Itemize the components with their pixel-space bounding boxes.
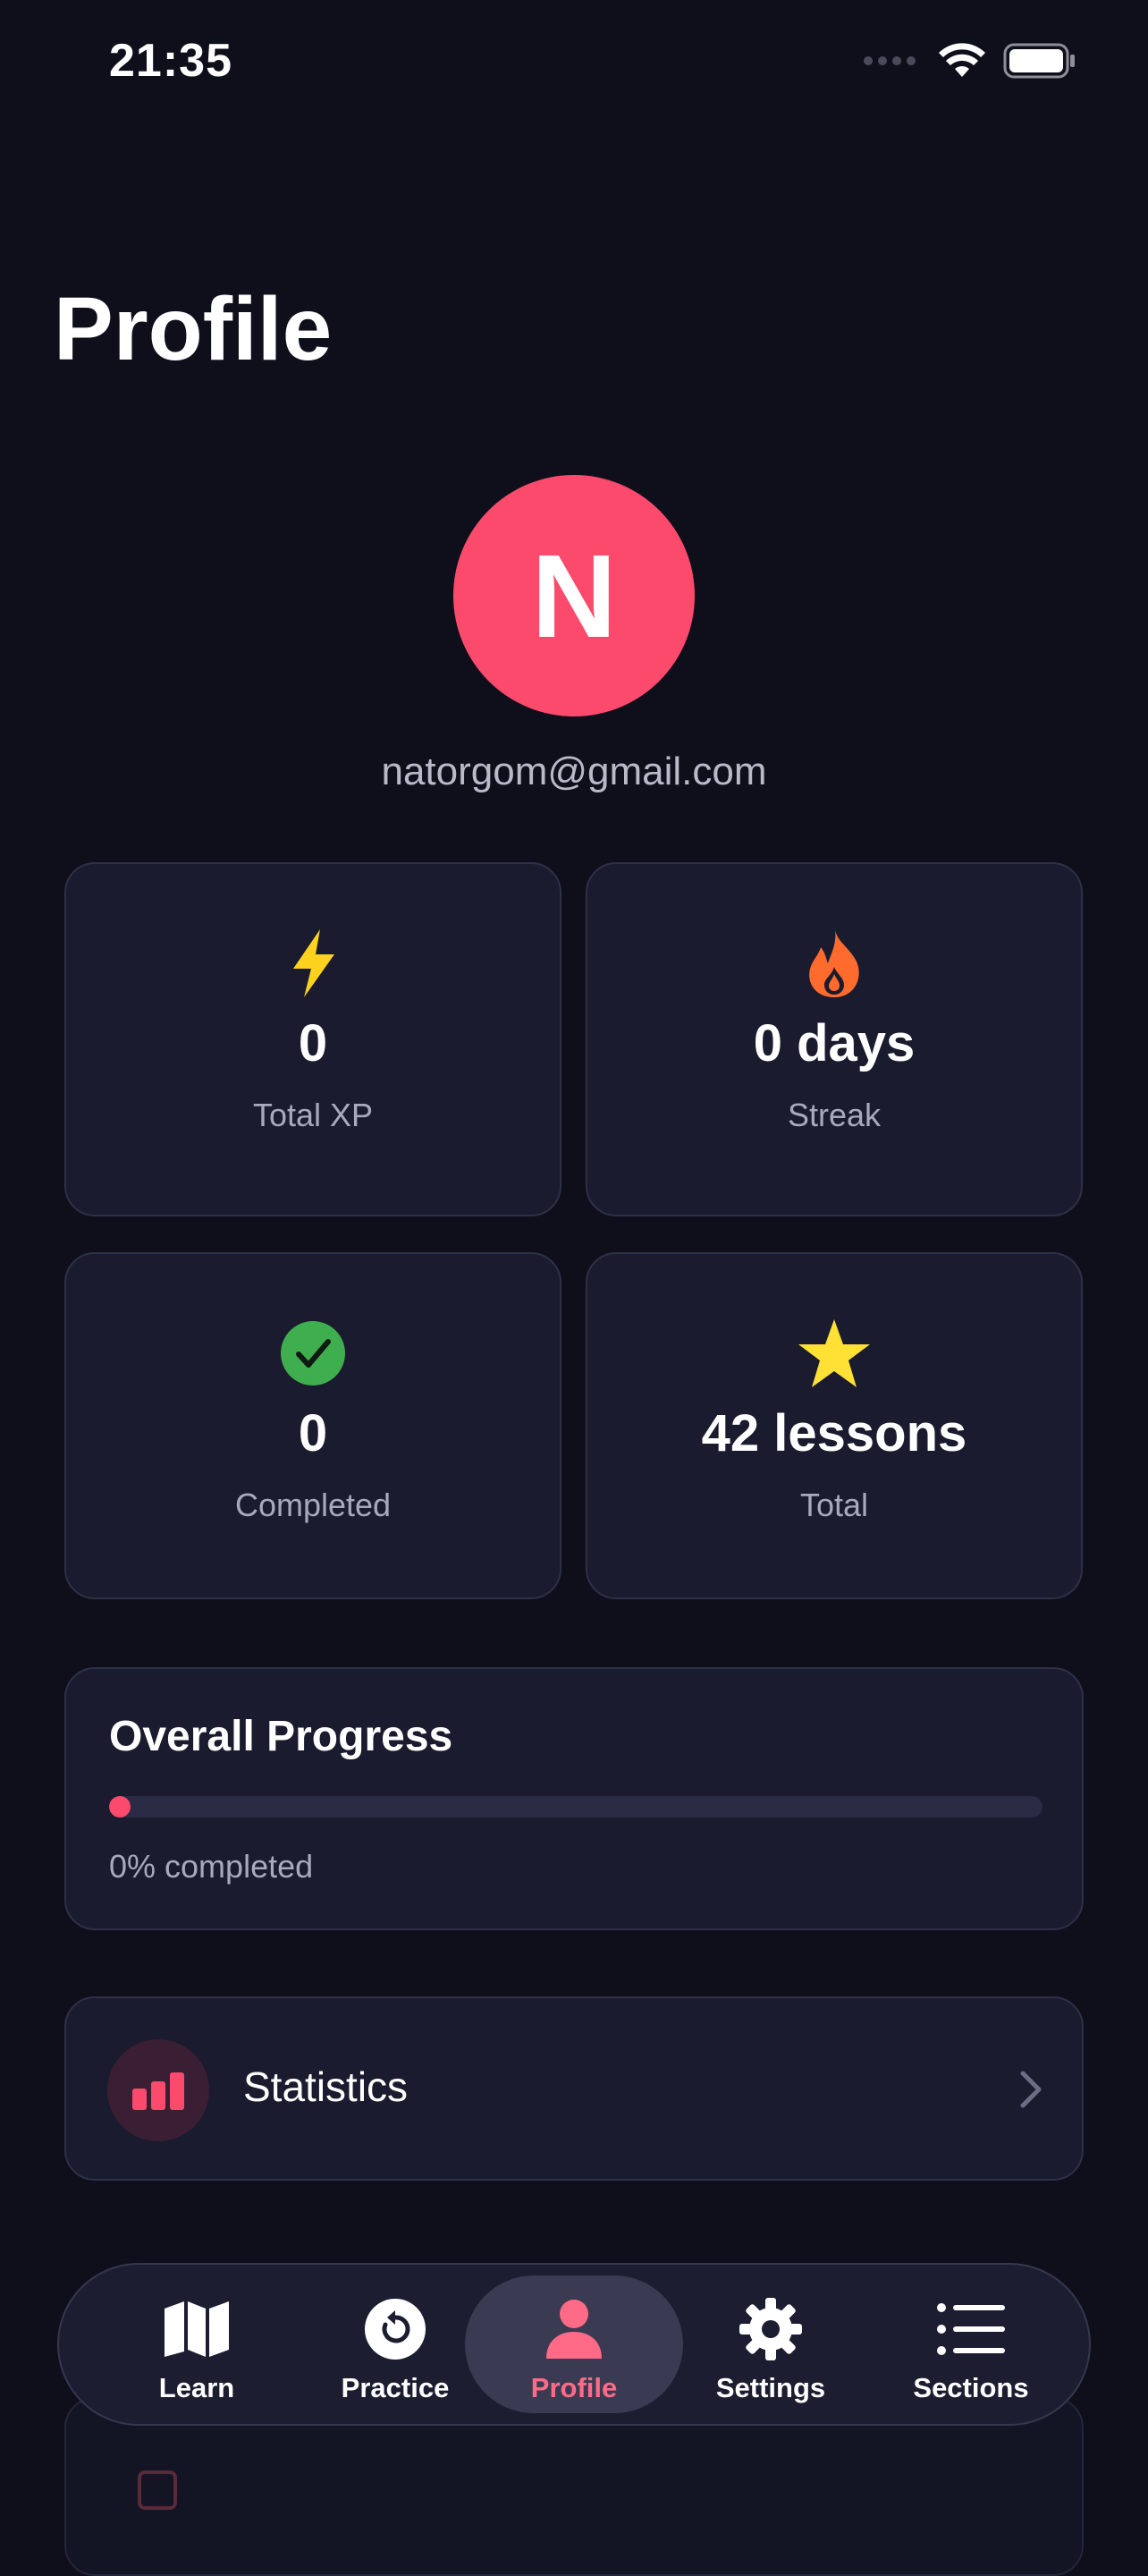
tab-practice[interactable]: Practice (297, 2265, 494, 2424)
tab-learn[interactable]: Learn (98, 2265, 295, 2424)
stat-label: Total XP (252, 1097, 374, 1133)
stat-value: 42 lessons (701, 1404, 967, 1462)
stat-card-streak: 0 days Streak (586, 862, 1083, 1216)
tab-sections[interactable]: Sections (873, 2265, 1069, 2424)
stat-value: 0 (298, 1404, 328, 1462)
user-email: natorgom@gmail.com (381, 750, 767, 793)
avatar-initial: N (531, 530, 617, 662)
tab-settings[interactable]: Settings (672, 2265, 869, 2424)
status-bar: 21:35 (0, 0, 1148, 134)
stat-value: 0 days (753, 1014, 916, 1072)
status-time: 21:35 (109, 35, 232, 87)
stat-card-total-lessons: 42 lessons Total (586, 1252, 1083, 1599)
tab-bar: Learn Practice Profile Settings Sections (57, 2263, 1091, 2426)
check-circle-icon (281, 1321, 345, 1385)
gear-icon (739, 2298, 802, 2360)
page-title: Profile (54, 279, 333, 379)
person-icon (546, 2300, 602, 2359)
statistics-row[interactable]: Statistics (64, 1996, 1084, 2181)
tab-label: Learn (158, 2372, 235, 2403)
bar-chart-icon (132, 2072, 184, 2110)
progress-title: Overall Progress (109, 1713, 453, 1760)
wifi-icon (939, 43, 985, 77)
flame-icon (809, 929, 859, 997)
statistics-icon-container (107, 2039, 209, 2141)
statistics-label: Statistics (243, 2063, 409, 2110)
battery-icon (1003, 43, 1075, 79)
progress-text: 0% completed (109, 1848, 314, 1885)
stat-label: Total (799, 1487, 869, 1523)
star-icon (798, 1319, 870, 1387)
tab-label: Profile (530, 2372, 618, 2403)
stat-card-total-xp: 0 Total XP (64, 862, 561, 1216)
chevron-right-icon (1020, 2071, 1042, 2108)
tab-label: Practice (341, 2372, 450, 2403)
avatar: N (453, 475, 695, 716)
tab-label: Sections (913, 2372, 1029, 2403)
cellular-signal-icon (864, 56, 916, 65)
tab-profile[interactable]: Profile (465, 2275, 683, 2413)
stat-label: Completed (234, 1487, 392, 1523)
progress-bar-fill (109, 1796, 131, 1818)
stat-label: Streak (787, 1097, 882, 1133)
status-icons (864, 43, 1076, 79)
practice-icon (365, 2299, 426, 2360)
lightning-icon (293, 929, 334, 997)
list-icon (937, 2303, 1005, 2355)
stat-card-completed: 0 Completed (64, 1252, 561, 1599)
tab-label: Settings (715, 2372, 826, 2403)
overall-progress-card: Overall Progress 0% completed (64, 1667, 1084, 1930)
sign-out-icon (138, 2470, 177, 2510)
progress-bar (109, 1796, 1042, 1818)
map-icon (165, 2301, 229, 2357)
stat-value: 0 (298, 1014, 328, 1072)
